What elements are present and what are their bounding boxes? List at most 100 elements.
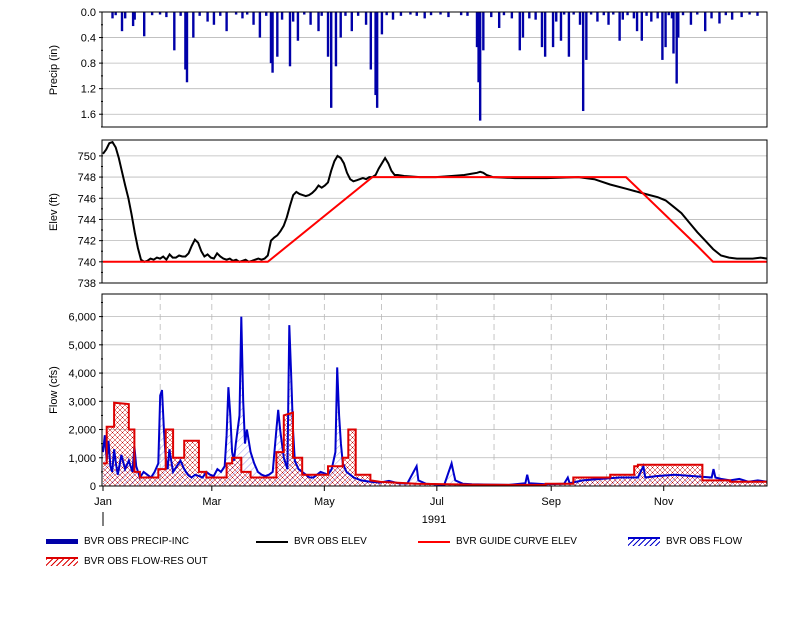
precip-bar <box>559 12 563 41</box>
legend: BVR OBS PRECIP-INC BVR OBS ELEV BVR GUID… <box>0 536 800 576</box>
precip-bar <box>192 12 195 38</box>
y-tick-label: 0.8 <box>81 58 96 70</box>
precip-bar <box>645 12 648 16</box>
x-tick-label: Nov <box>654 496 674 508</box>
precip-bar <box>165 12 168 18</box>
elev-panel: 738 740 742 744 746 748 750 Elev (ft) <box>48 139 768 290</box>
precip-axis-label: Precip (in) <box>48 45 60 95</box>
precip-bar <box>276 12 279 57</box>
precip-bar <box>632 12 636 19</box>
precip-bar <box>225 12 228 32</box>
obs-flow-line <box>102 316 768 486</box>
legend-item-flow: BVR OBS FLOW <box>628 536 742 547</box>
y-tick-label: 0 <box>90 481 96 493</box>
precip-bar <box>482 12 485 51</box>
precip-bar <box>756 12 759 16</box>
precip-bar <box>296 12 300 41</box>
precip-bar <box>123 12 127 19</box>
precip-bar <box>710 12 713 19</box>
legend-item-precip: BVR OBS PRECIP-INC <box>46 536 189 547</box>
y-tick-label: 744 <box>78 214 96 226</box>
precip-bar <box>252 12 255 25</box>
y-tick-label: 742 <box>78 236 96 248</box>
precip-bar <box>179 12 182 16</box>
precip-bar <box>521 12 525 38</box>
precip-bar <box>133 12 136 20</box>
legend-swatch-flow <box>628 537 660 546</box>
precip-bar <box>703 12 707 32</box>
precip-bar <box>391 12 395 20</box>
elev-axis-label: Elev (ft) <box>48 193 60 231</box>
precip-bar <box>288 12 292 67</box>
precip-bar <box>317 12 320 32</box>
precip-bar <box>635 12 639 32</box>
precip-bar <box>339 12 342 38</box>
legend-swatch-elev <box>256 540 288 543</box>
precip-bar <box>334 12 338 67</box>
precip-bar <box>664 12 667 48</box>
precip-bar <box>415 12 418 16</box>
y-tick-label: 1.6 <box>81 109 96 121</box>
precip-bar <box>534 12 537 20</box>
precip-bar <box>241 12 244 19</box>
precip-bar <box>364 12 368 25</box>
precip-bar <box>661 12 664 60</box>
legend-swatch-precip <box>46 539 78 544</box>
precip-bar <box>212 12 216 25</box>
precip-bar <box>466 12 469 16</box>
precip-bar <box>344 12 347 16</box>
y-tick-label: 0.0 <box>81 7 96 19</box>
precip-bar <box>718 12 721 24</box>
res-out-area <box>103 402 767 486</box>
precip-bar <box>618 12 621 41</box>
legend-swatch-resout <box>46 557 78 566</box>
x-tick-label: May <box>314 496 335 508</box>
x-tick-label: Jul <box>430 496 444 508</box>
precip-bar <box>510 12 514 19</box>
obs-elev-line <box>102 140 768 263</box>
y-tick-label: 2,000 <box>68 425 96 437</box>
precip-bar <box>478 12 482 121</box>
precip-bar <box>540 12 544 48</box>
x-tick-label: Sep <box>541 496 561 508</box>
precip-bar <box>320 12 323 16</box>
precip-bar <box>399 12 403 16</box>
legend-swatch-guide <box>418 540 450 543</box>
precip-bar <box>291 12 295 22</box>
y-tick-label: 1,000 <box>68 453 96 465</box>
y-tick-label: 6,000 <box>68 312 96 324</box>
precip-bar <box>423 12 426 19</box>
x-tick-label: Mar <box>202 496 221 508</box>
y-tick-label: 0.4 <box>81 33 96 45</box>
legend-item-elev: BVR OBS ELEV <box>256 536 367 547</box>
precip-bar <box>447 12 450 18</box>
precip-bar <box>356 12 360 16</box>
y-tick-label: 738 <box>78 278 96 290</box>
precip-bar <box>518 12 521 51</box>
flow-axis-label: Flow (cfs) <box>48 366 60 414</box>
precip-bar <box>326 12 330 57</box>
precip-bar <box>369 12 373 70</box>
y-tick-label: 748 <box>78 172 96 184</box>
precip-bar <box>656 12 659 19</box>
y-tick-label: 746 <box>78 193 96 205</box>
legend-label-precip: BVR OBS PRECIP-INC <box>84 536 190 547</box>
y-tick-label: 3,000 <box>68 396 96 408</box>
precip-bar <box>375 12 379 108</box>
flow-panel: 0 1,000 2,000 3,000 4,000 5,000 6,000 Flow (cf… <box>48 293 768 526</box>
precip-bar <box>309 12 312 25</box>
precip-bar <box>672 12 675 54</box>
precip-bar <box>551 12 555 48</box>
precip-bar <box>258 12 262 38</box>
precip-bar <box>578 12 582 25</box>
precip-bar <box>265 12 268 16</box>
precip-bar <box>143 12 146 37</box>
hydrology-chart: 0.0 0.4 0.8 1.2 1.6 Precip (in) 738 740 742 744… <box>48 7 768 526</box>
precip-bar <box>607 12 610 25</box>
legend-item-guide: BVR GUIDE CURVE ELEV <box>418 536 577 547</box>
precip-bar <box>585 12 588 60</box>
year-label: 1991 <box>422 514 446 526</box>
precip-bar <box>543 12 547 57</box>
y-tick-label: 750 <box>78 151 96 163</box>
precip-bar <box>350 12 354 32</box>
